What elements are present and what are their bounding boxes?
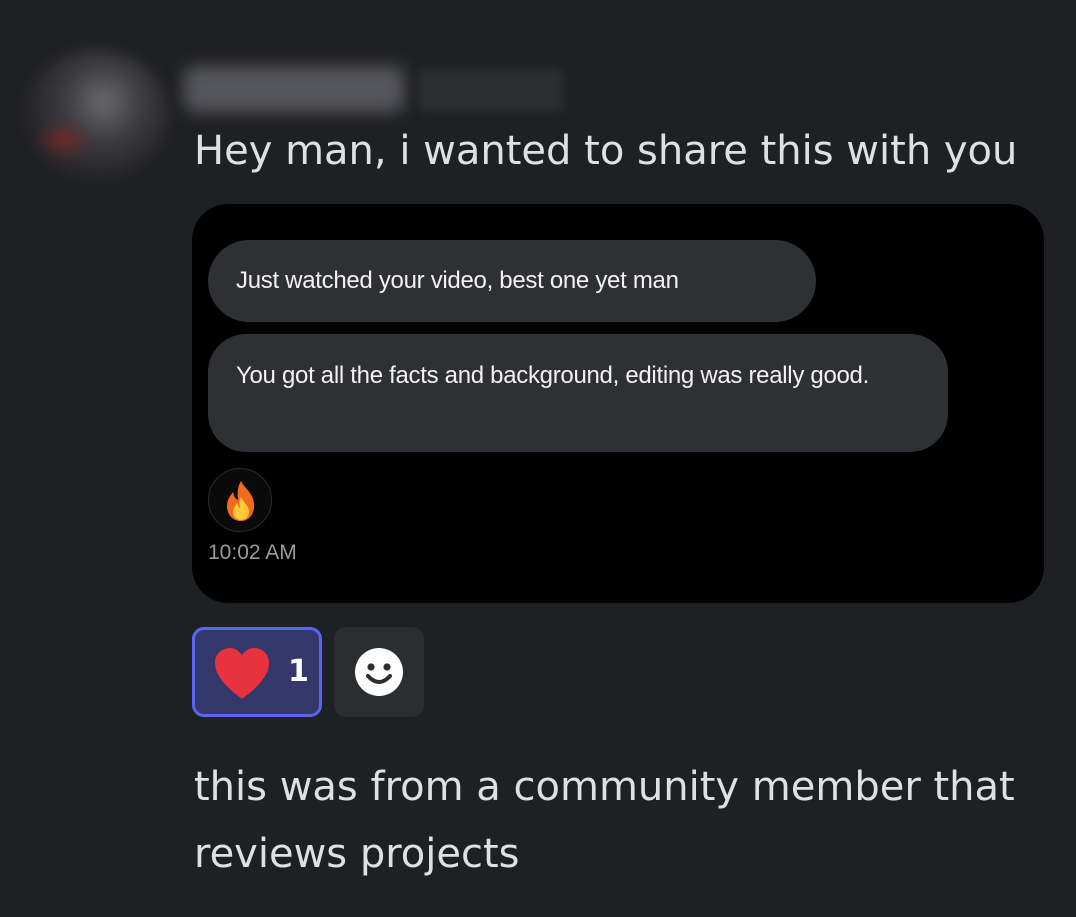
bubble-reaction [208, 468, 272, 532]
avatar[interactable] [22, 50, 170, 180]
reaction-count: 1 [288, 654, 309, 689]
screenshot-attachment[interactable]: Just watched your video, best one yet ma… [192, 204, 1044, 603]
message-timestamp-blurred [418, 68, 564, 112]
bubble-timestamp: 10:02 AM [208, 541, 297, 564]
username-blurred[interactable] [184, 66, 404, 112]
followup-message-text: this was from a community member that re… [194, 764, 1015, 877]
smiley-icon [355, 648, 403, 696]
chat-bubble: Just watched your video, best one yet ma… [208, 240, 816, 322]
add-reaction-button[interactable] [334, 627, 424, 717]
fire-icon [227, 481, 255, 521]
heart-icon [215, 648, 269, 699]
chat-bubble: You got all the facts and background, ed… [208, 334, 948, 452]
message-text: Hey man, i wanted to share this with you [194, 128, 1018, 174]
heart-reaction-button[interactable]: 1 [192, 627, 322, 717]
